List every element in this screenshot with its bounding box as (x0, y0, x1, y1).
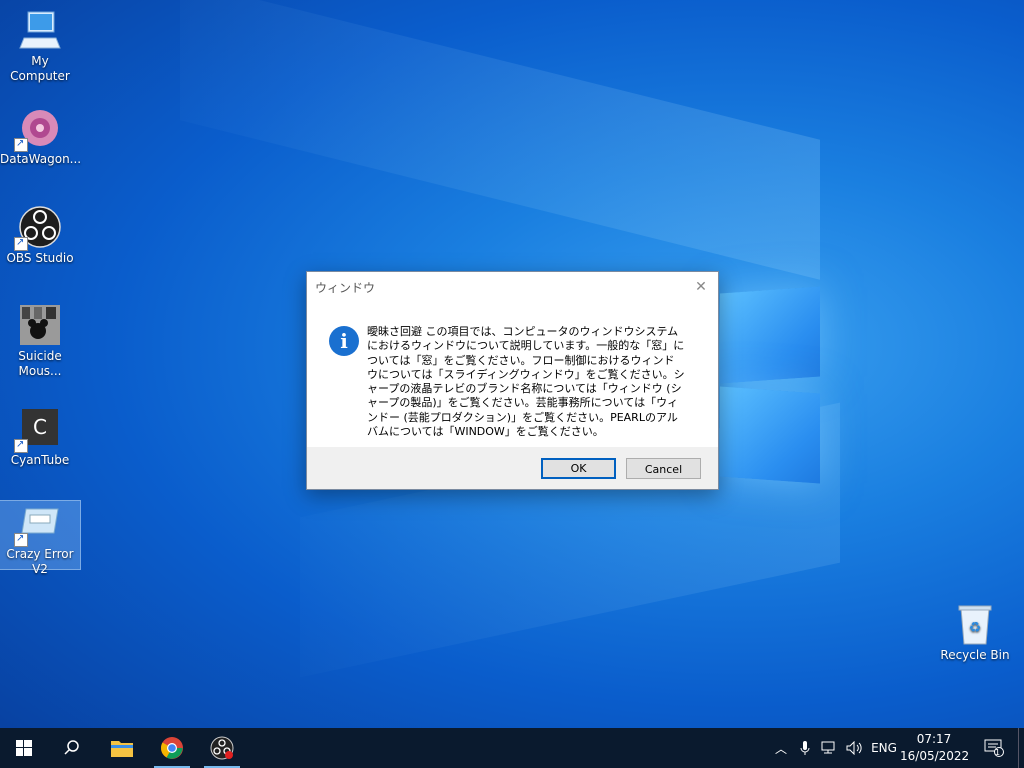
volume-icon (846, 741, 862, 755)
computer-icon (18, 8, 62, 52)
shortcut-arrow-icon (14, 136, 28, 152)
cyantube-icon: C (14, 407, 62, 453)
taskbar-obs-studio[interactable] (198, 728, 246, 768)
start-button[interactable] (0, 728, 48, 768)
shortcut-arrow-icon (14, 437, 28, 453)
clock-date: 16/05/2022 (900, 749, 970, 763)
tray-volume[interactable] (845, 728, 865, 768)
desktop-icon-datawagon[interactable]: DataWagon... (0, 106, 82, 167)
dialog-footer: OK Cancel (307, 447, 718, 489)
chevron-up-icon: ︿ (774, 741, 787, 756)
tray-network[interactable] (820, 728, 840, 768)
taskbar: ︿ ENG 07:17 16/05/2022 1 (0, 728, 1024, 768)
cancel-button[interactable]: Cancel (626, 458, 701, 479)
desktop-icon-obs-studio[interactable]: OBS Studio (0, 205, 80, 266)
notification-icon (984, 739, 1004, 757)
tray-clock[interactable]: 07:17 16/05/2022 (900, 731, 970, 765)
shortcut-arrow-icon (14, 235, 28, 251)
desktop-icon-suicide-mouse[interactable]: Suicide Mous... (0, 303, 80, 379)
svg-text:♻: ♻ (969, 620, 982, 636)
tray-language[interactable]: ENG (871, 728, 897, 768)
taskbar-chrome[interactable] (148, 728, 196, 768)
tray-overflow-chevron[interactable]: ︿ (773, 728, 789, 768)
obs-icon (14, 205, 62, 251)
recording-indicator-icon (225, 751, 233, 759)
wallpaper-beam (180, 0, 820, 280)
folder-icon (111, 741, 133, 757)
datawagon-icon (14, 106, 62, 152)
shortcut-arrow-icon (14, 531, 28, 547)
crazy-error-icon (14, 501, 62, 547)
desktop-icon-label: OBS Studio (6, 251, 74, 265)
desktop-icon-cyantube[interactable]: C CyanTube (0, 407, 80, 468)
desktop-icon-label: My Computer (10, 54, 70, 83)
wallpaper-logo-pane (720, 286, 820, 384)
show-desktop-button[interactable] (1018, 728, 1024, 768)
desktop-icon-label: DataWagon... (0, 152, 82, 166)
desktop-icon-crazy-error[interactable]: Crazy Error V2 (0, 500, 81, 576)
taskbar-file-explorer[interactable] (98, 728, 146, 768)
desktop-icon-my-computer[interactable]: My Computer (0, 8, 80, 84)
windows-logo-icon (16, 740, 32, 756)
close-icon[interactable]: ✕ (690, 276, 712, 298)
microphone-icon (800, 741, 810, 755)
desktop-icon-label: Suicide Mous... (18, 349, 62, 378)
dialog-message: 曖昧さ回避 この項目では、コンピュータのウィンドウシステムにおけるウィンドウにつ… (367, 325, 685, 439)
action-center-button[interactable]: 1 (982, 728, 1006, 768)
obs-icon (210, 736, 234, 760)
info-icon: i (329, 326, 359, 356)
desktop-icon-recycle-bin[interactable]: ♻ Recycle Bin (935, 602, 1015, 663)
clock-time: 07:17 (916, 732, 952, 746)
desktop-icon-label: Recycle Bin (940, 648, 1010, 662)
network-icon (821, 741, 835, 754)
desktop-icon-label: CyanTube (10, 453, 70, 467)
recycle-bin-icon: ♻ (953, 602, 997, 646)
wallpaper-logo-pane (720, 386, 820, 484)
dialog-titlebar[interactable]: ウィンドウ ✕ (307, 272, 718, 302)
ok-button[interactable]: OK (541, 458, 616, 479)
search-icon (64, 740, 79, 755)
dialog-title: ウィンドウ (315, 281, 376, 295)
message-dialog: ウィンドウ ✕ i 曖昧さ回避 この項目では、コンピュータのウィンドウシステムに… (306, 271, 719, 490)
notification-count-badge: 1 (995, 748, 1001, 757)
desktop-icon-label: Crazy Error V2 (6, 547, 74, 576)
chrome-icon (161, 737, 183, 759)
tray-microphone[interactable] (797, 728, 813, 768)
desktop: My Computer DataWagon... OBS Studio (0, 0, 1024, 728)
search-button[interactable] (48, 728, 96, 768)
suicide-mouse-icon (18, 303, 62, 347)
